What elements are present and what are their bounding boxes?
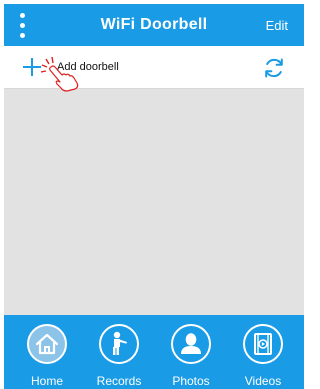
film-play-icon (254, 333, 272, 355)
tap-hand-icon (40, 56, 79, 92)
tab-records[interactable]: Records (86, 315, 152, 389)
home-icon (35, 333, 59, 355)
tab-photos-label: Photos (172, 374, 210, 388)
tab-videos-label: Videos (244, 374, 282, 388)
edit-button[interactable]: Edit (266, 4, 288, 46)
tab-home[interactable]: Home (14, 315, 80, 389)
tab-photos[interactable]: Photos (158, 315, 224, 389)
tab-home-label: Home (30, 374, 63, 388)
person-pointing-icon (113, 331, 127, 355)
page-title: WiFi Doorbell (100, 16, 208, 33)
person-silhouette-icon (181, 333, 201, 354)
doorbell-list (4, 89, 304, 315)
bottom-tab-bar: Home Records Photos Videos (4, 315, 304, 389)
top-bar: WiFi Doorbell Edit (4, 4, 304, 46)
tab-videos[interactable]: Videos (230, 315, 296, 389)
refresh-icon[interactable] (262, 56, 286, 80)
tab-records-label: Records (96, 374, 142, 388)
